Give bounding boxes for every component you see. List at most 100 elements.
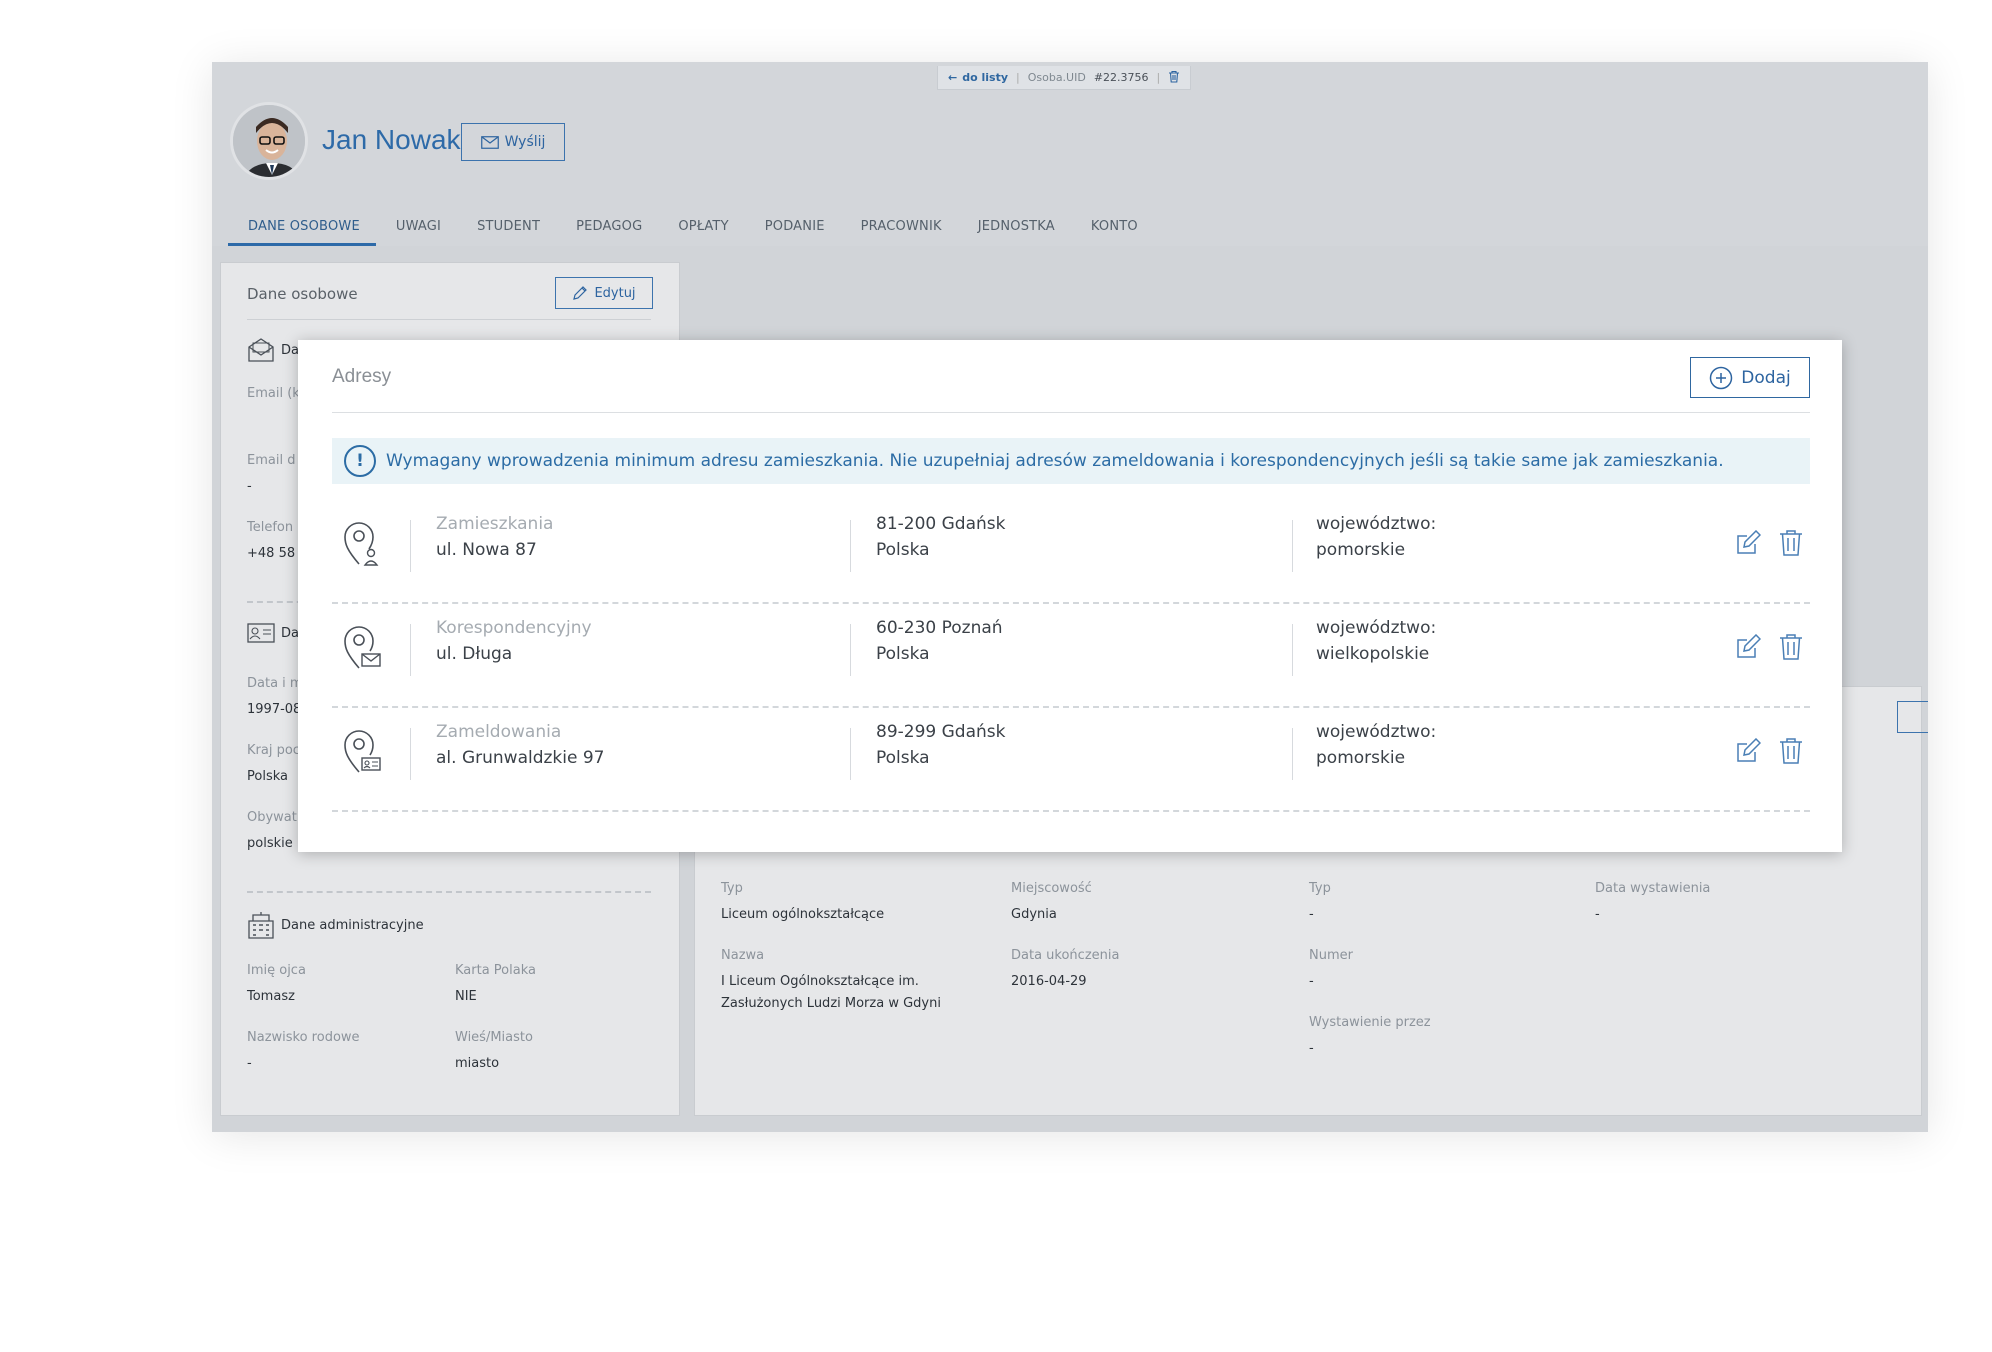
card-title: Dane osobowe <box>247 285 358 303</box>
section-label: Dane administracyjne <box>281 917 424 933</box>
tab-jednostka[interactable]: JEDNOSTKA <box>958 212 1071 246</box>
issue-date-value: - <box>1595 907 1600 922</box>
doc-type-label: Typ <box>1309 881 1331 896</box>
section-label: Da <box>281 342 299 358</box>
school-city-label: Miejscowość <box>1011 881 1092 896</box>
separator <box>1292 728 1293 780</box>
issued-by-label: Wystawienie przez <box>1309 1015 1431 1030</box>
region-label: województwo: <box>1316 618 1437 638</box>
divider <box>247 319 651 320</box>
back-label: do listy <box>962 71 1008 84</box>
id-card-icon <box>247 623 275 643</box>
info-text: Wymagany wprowadzenia minimum adresu zam… <box>386 451 1724 471</box>
send-label: Wyślij <box>504 134 546 150</box>
edit-label: Edytuj <box>594 285 636 301</box>
email2-value: - <box>247 479 252 494</box>
exclamation-icon: ! <box>344 445 376 477</box>
separator <box>410 520 411 572</box>
admin-section-title: Dane administracyjne <box>247 911 424 939</box>
separator <box>1292 520 1293 572</box>
edit-icon[interactable] <box>1735 634 1761 660</box>
send-button[interactable]: Wyślij <box>461 123 565 161</box>
tab-uwagi[interactable]: UWAGI <box>376 212 457 246</box>
back-to-list-link[interactable]: ← do listy <box>948 71 1008 84</box>
email-label: Email (k <box>247 386 300 401</box>
modal-title: Adresy <box>332 366 392 387</box>
uid-value: #22.3756 <box>1093 71 1149 84</box>
trash-icon[interactable] <box>1168 70 1180 86</box>
separator <box>850 520 851 572</box>
add-button[interactable]: odaj <box>1897 701 1928 733</box>
address-city: 81-200 Gdańsk <box>876 514 1006 534</box>
address-type: Zamieszkania <box>436 514 554 534</box>
address-street: al. Grunwaldzkie 97 <box>436 748 605 768</box>
tab-podanie[interactable]: PODANIE <box>745 212 841 246</box>
school-city-value: Gdynia <box>1011 907 1057 922</box>
maiden-label: Nazwisko rodowe <box>247 1030 360 1045</box>
tab-pracownik[interactable]: PRACOWNIK <box>841 212 958 246</box>
tab-oplaty[interactable]: OPŁATY <box>658 212 744 246</box>
edit-icon[interactable] <box>1735 738 1761 764</box>
trash-icon[interactable] <box>1779 529 1803 557</box>
top-breadcrumb: ← do listy | Osoba.UID #22.3756 | <box>937 66 1192 90</box>
location-mail-icon <box>344 626 381 669</box>
school-type-value: Liceum ogólnokształcące <box>721 907 885 922</box>
edit-icon[interactable] <box>1735 530 1761 556</box>
address-type: Korespondencyjny <box>436 618 592 638</box>
doc-type-value: - <box>1309 907 1314 922</box>
divider <box>332 412 1810 413</box>
trash-icon[interactable] <box>1779 633 1803 661</box>
father-value: Tomasz <box>247 989 295 1004</box>
father-label: Imię ojca <box>247 963 306 978</box>
region-value: pomorskie <box>1316 540 1406 560</box>
building-icon <box>248 912 274 939</box>
separator: | <box>1156 71 1161 84</box>
region-label: województwo: <box>1316 722 1437 742</box>
person-tabs: DANE OSOBOWE UWAGI STUDENT PEDAGOG OPŁAT… <box>228 212 1154 246</box>
address-city: 60-230 Poznań <box>876 618 1003 638</box>
plus-circle-icon <box>1710 366 1733 389</box>
address-row: Korespondencyjny ul. Długa 60-230 Poznań… <box>332 604 1810 708</box>
info-alert: ! Wymagany wprowadzenia minimum adresu z… <box>332 438 1810 484</box>
add-label: Dodaj <box>1741 367 1791 388</box>
tab-dane-osobowe[interactable]: DANE OSOBOWE <box>228 212 376 246</box>
separator <box>410 728 411 780</box>
edit-button[interactable]: Edytuj <box>555 277 653 309</box>
address-country: Polska <box>876 644 930 664</box>
envelope-icon <box>480 135 499 149</box>
separator <box>410 624 411 676</box>
trash-icon[interactable] <box>1779 737 1803 765</box>
section-label: Da <box>281 625 299 641</box>
addresses-modal: Adresy Dodaj ! Wymagany wprowadzenia min… <box>298 340 1842 852</box>
country-label: Kraj poc <box>247 743 300 758</box>
maiden-value: - <box>247 1056 252 1071</box>
envelope-open-icon <box>248 338 274 362</box>
doc-number-label: Numer <box>1309 948 1353 963</box>
person-name: Jan Nowak <box>322 124 461 155</box>
address-type: Zameldowania <box>436 722 562 742</box>
village-value: miasto <box>455 1056 500 1071</box>
phone-value: +48 58 <box>247 546 296 561</box>
address-city: 89-299 Gdańsk <box>876 722 1006 742</box>
tab-konto[interactable]: KONTO <box>1071 212 1154 246</box>
karta-value: NIE <box>455 989 477 1004</box>
school-name-value-2: Zasłużonych Ludzi Morza w Gdyni <box>721 996 941 1011</box>
school-type-label: Typ <box>721 881 743 896</box>
tab-pedagog[interactable]: PEDAGOG <box>556 212 658 246</box>
phone-label: Telefon <box>247 520 294 535</box>
village-label: Wieś/Miasto <box>455 1030 533 1045</box>
separator <box>850 624 851 676</box>
location-person-icon <box>344 522 379 566</box>
karta-label: Karta Polaka <box>455 963 536 978</box>
birth-label: Data i m <box>247 676 303 691</box>
tab-student[interactable]: STUDENT <box>457 212 556 246</box>
add-address-button[interactable]: Dodaj <box>1690 357 1810 398</box>
address-row: Zamieszkania ul. Nowa 87 81-200 Gdańsk P… <box>332 500 1810 604</box>
country-value: Polska <box>247 769 288 784</box>
end-date-label: Data ukończenia <box>1011 948 1120 963</box>
school-name-label: Nazwa <box>721 948 765 963</box>
separator: | <box>1016 71 1020 84</box>
separator <box>850 728 851 780</box>
region-label: województwo: <box>1316 514 1437 534</box>
address-country: Polska <box>876 748 930 768</box>
